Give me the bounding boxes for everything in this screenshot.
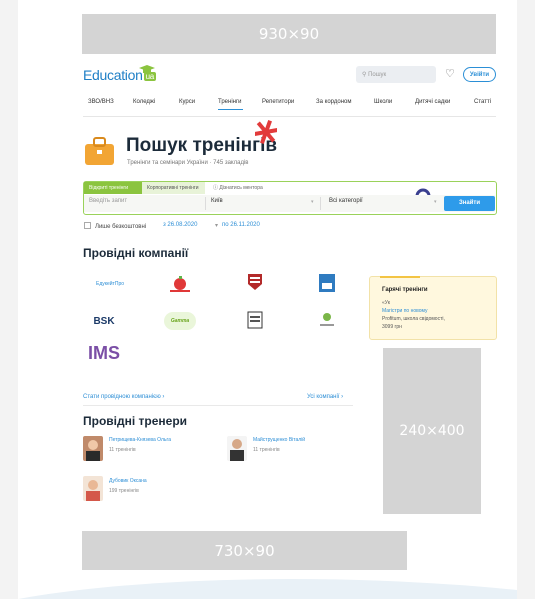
company-logo[interactable] (311, 274, 343, 292)
nav-item[interactable]: Коледжі (133, 99, 155, 105)
trainer-avatar[interactable] (83, 476, 103, 501)
hot-trainings-title: Гарячі тренінги (382, 287, 428, 293)
tab-find-mentor-label: Дізнатись ментора (219, 185, 263, 191)
hot-training-link[interactable]: Магістри по новому (382, 308, 427, 314)
free-only-checkbox[interactable]: Лише безкоштовні (84, 222, 146, 230)
ad-size-label: 730×90 (214, 541, 275, 560)
briefcase-icon (85, 137, 114, 165)
hot-training-price: 3099 грн (382, 324, 402, 330)
page-subtitle: Тренінги та семінари України · 745 закла… (127, 160, 249, 166)
become-leading-company-link[interactable]: Стати провідною компанією › (83, 394, 164, 400)
header-search-input[interactable]: ⚲ Пошук (356, 66, 436, 83)
heart-icon[interactable]: ♡ (445, 67, 455, 80)
info-icon: ⓘ (213, 185, 219, 191)
date-from[interactable]: з 26.08.2020 (163, 222, 197, 228)
trainer-avatar[interactable] (227, 436, 247, 461)
search-icon: ⚲ (362, 72, 367, 78)
tab-corporate-trainings[interactable]: Корпоративні тренінги (142, 182, 205, 194)
nav-active-indicator (218, 109, 243, 110)
chevron-down-icon: ▾ (434, 199, 437, 205)
trainer-count: 11 тренінгів (253, 447, 280, 453)
free-only-label: Лише безкоштовні (95, 224, 147, 230)
trainer-count: 199 тренінгів (109, 488, 139, 494)
company-name: BSK (93, 315, 115, 327)
company-name: ЕдукейтПро (95, 281, 124, 287)
hot-accent-bar (380, 276, 420, 278)
nav-item[interactable]: Курси (179, 99, 195, 105)
trainer-name[interactable]: Майструщенко Віталій (253, 437, 305, 443)
company-logo[interactable]: Gamma (164, 312, 196, 330)
tab-open-trainings[interactable]: Відкриті тренінги (84, 182, 142, 194)
ukraine-star-icon (255, 120, 277, 144)
company-logo[interactable] (164, 275, 196, 293)
trainer-name[interactable]: Петрищева-Князева Ольга (109, 437, 171, 443)
date-to[interactable]: по 26.11.2020 (222, 222, 260, 228)
nav-item[interactable]: Школи (374, 99, 392, 105)
divider (83, 116, 496, 117)
company-name: Gamma (170, 318, 190, 324)
ad-size-label: 930×90 (258, 25, 320, 43)
companies-heading: Провідні компанії (83, 246, 189, 260)
all-companies-link[interactable]: Усі компанії › (307, 394, 343, 400)
city-select[interactable]: Київ (211, 198, 223, 204)
login-button[interactable]: Увійти (463, 67, 496, 82)
hot-quote: «Ук (382, 300, 390, 306)
graduation-cap-icon (139, 65, 155, 73)
nav-item[interactable]: ЗВО/ВНЗ (88, 99, 114, 105)
ad-banner-bottom[interactable]: 730×90 (82, 531, 407, 570)
search-placeholder: Пошук (368, 72, 387, 78)
hot-training-org: Profitum, школа свідомості, (382, 316, 445, 322)
divider (320, 197, 321, 210)
find-button[interactable]: Знайти (444, 196, 495, 211)
tab-find-mentor[interactable]: ⓘ Дізнатись ментора (208, 182, 268, 194)
footer-wave-decor (18, 579, 517, 599)
nav-item[interactable]: Дитячі садки (415, 99, 450, 105)
checkbox-box[interactable] (84, 222, 91, 229)
divider (83, 405, 353, 406)
date-separator: ▾ (215, 223, 219, 229)
company-logo[interactable] (239, 311, 271, 329)
category-select[interactable]: Всі категорії (329, 198, 363, 204)
company-logo[interactable] (239, 273, 271, 291)
trainer-count: 11 тренінгів (109, 447, 136, 453)
company-name: IMS (88, 342, 121, 363)
trainer-avatar[interactable] (83, 436, 103, 461)
trainer-name[interactable]: Дубовик Оксана (109, 478, 147, 484)
company-logo[interactable] (311, 311, 343, 329)
nav-item-active[interactable]: Тренінги (218, 99, 242, 105)
company-logo[interactable]: ЕдукейтПро (94, 275, 126, 293)
logo-text: Education (83, 67, 143, 83)
divider (205, 197, 206, 210)
company-logo[interactable]: IMS (88, 342, 121, 363)
nav-item[interactable]: Статті (474, 99, 491, 105)
ad-banner-side[interactable]: 240×400 (383, 348, 481, 514)
filter-search-input[interactable]: Введіть запит (89, 198, 127, 204)
trainers-heading: Провідні тренери (83, 414, 188, 428)
ad-banner-top[interactable]: 930×90 (82, 14, 496, 54)
ad-size-label: 240×400 (399, 423, 465, 439)
chevron-down-icon: ▾ (311, 199, 314, 205)
company-logo[interactable]: BSK (88, 312, 120, 330)
nav-item[interactable]: За кордоном (316, 99, 351, 105)
nav-item[interactable]: Репетитори (262, 99, 294, 105)
